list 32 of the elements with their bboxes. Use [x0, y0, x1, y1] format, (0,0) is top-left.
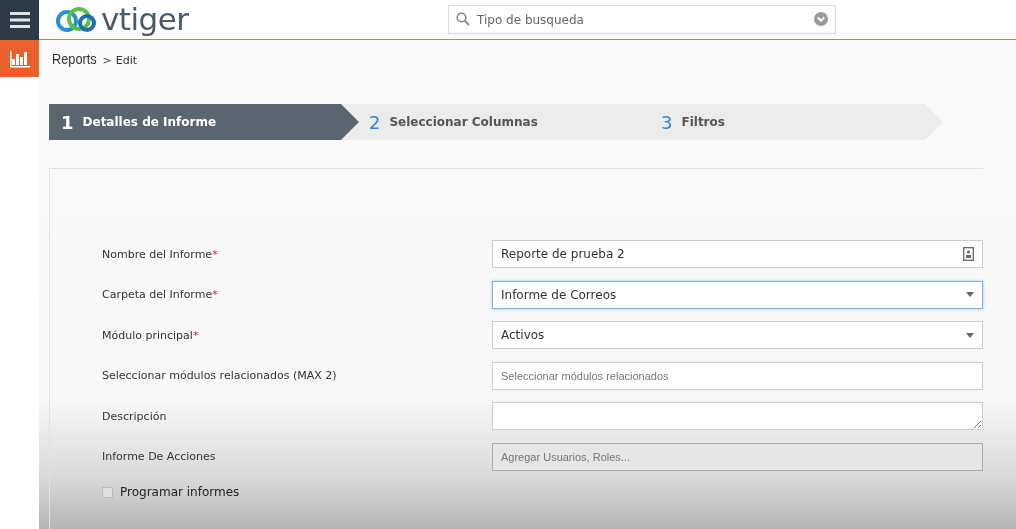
contact-card-icon [963, 247, 974, 262]
breadcrumb-current: Edit [115, 54, 138, 67]
bar-chart-icon [8, 49, 31, 68]
wizard-step[interactable]: 3 Filtros [633, 104, 943, 140]
select-field[interactable]: Activos [492, 321, 983, 350]
resize-handle-icon[interactable] [973, 420, 981, 429]
search-icon [456, 12, 470, 26]
logo-text: vtiger [101, 4, 189, 35]
dropdown-icon[interactable] [814, 12, 828, 26]
menu-button[interactable] [0, 0, 39, 40]
multiselect-field[interactable]: Seleccionar módulos relacionados [492, 361, 983, 390]
field-label: Descripción [102, 409, 168, 423]
field-label: Informe De Acciones [102, 450, 217, 464]
select-field[interactable]: Informe de Correos [492, 280, 983, 309]
tags-field[interactable]: Agregar Usuarios, Roles... [492, 442, 983, 471]
text-field[interactable]: Reporte de prueba 2 [492, 240, 983, 269]
checkbox[interactable] [102, 486, 113, 498]
field-label: Módulo principal* [102, 328, 200, 342]
menu-icon [9, 12, 30, 28]
description-field[interactable] [492, 402, 983, 431]
breadcrumb-separator: > [102, 54, 112, 67]
field-label: Nombre del Informe* [102, 247, 219, 261]
caret-icon [966, 292, 974, 298]
caret-icon [966, 332, 974, 338]
field-label: Seleccionar módulos relacionados (MAX 2) [102, 369, 338, 383]
search-field[interactable]: Tipo de busqueda [448, 5, 836, 34]
field-label: Carpeta del Informe* [102, 288, 219, 302]
wizard-step[interactable]: 1 Detalles de Informe [49, 104, 359, 140]
breadcrumb-link[interactable]: Reports [52, 50, 97, 67]
cloud-logo-icon [53, 4, 99, 35]
checkbox-label: Programar informes [120, 485, 240, 499]
wizard-step[interactable]: 2 Seleccionar Columnas [341, 104, 651, 140]
